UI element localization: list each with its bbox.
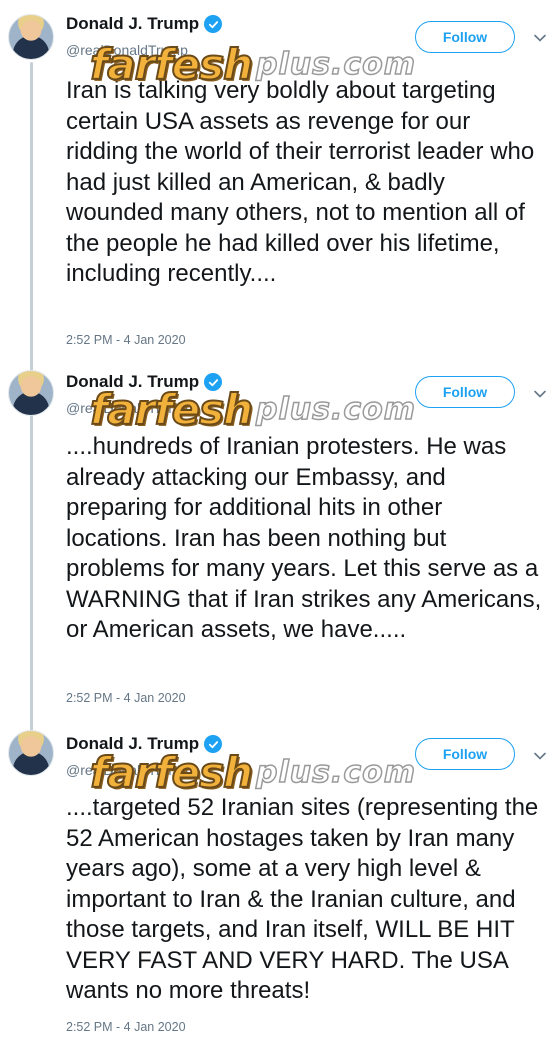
- chevron-down-icon[interactable]: [532, 30, 548, 46]
- timestamp[interactable]: 2:52 PM - 4 Jan 2020: [66, 333, 186, 347]
- chevron-down-icon[interactable]: [532, 748, 548, 764]
- display-name[interactable]: Donald J. Trump: [66, 14, 199, 34]
- display-name[interactable]: Donald J. Trump: [66, 734, 199, 754]
- tweet-text: Iran is talking very boldly about target…: [66, 77, 535, 287]
- handle[interactable]: @realDonaldTrump: [66, 400, 188, 416]
- follow-button[interactable]: Follow: [415, 738, 515, 770]
- watermark-suffix: plus.com: [255, 754, 417, 791]
- verified-badge-icon: [204, 373, 223, 391]
- tweet-text: ....hundreds of Iranian protesters. He w…: [66, 433, 542, 643]
- chevron-down-icon[interactable]: [532, 386, 548, 402]
- handle[interactable]: @realDonaldTrump: [66, 762, 188, 778]
- author-row: Donald J. Trump: [66, 734, 223, 754]
- follow-button[interactable]: Follow: [415, 21, 515, 53]
- author-row: Donald J. Trump: [66, 14, 223, 34]
- timestamp[interactable]: 2:52 PM - 4 Jan 2020: [66, 691, 186, 705]
- avatar[interactable]: [8, 730, 54, 776]
- verified-badge-icon: [204, 735, 223, 753]
- watermark-suffix: plus.com: [255, 391, 417, 428]
- avatar[interactable]: [8, 14, 54, 60]
- author-row: Donald J. Trump: [66, 372, 223, 392]
- avatar[interactable]: [8, 370, 54, 416]
- handle[interactable]: @realDonaldTrump: [66, 42, 188, 58]
- follow-button[interactable]: Follow: [415, 376, 515, 408]
- timestamp[interactable]: 2:52 PM - 4 Jan 2020: [66, 1020, 186, 1034]
- tweet-text: ....targeted 52 Iranian sites (represent…: [66, 794, 539, 1004]
- verified-badge-icon: [204, 15, 223, 33]
- display-name[interactable]: Donald J. Trump: [66, 372, 199, 392]
